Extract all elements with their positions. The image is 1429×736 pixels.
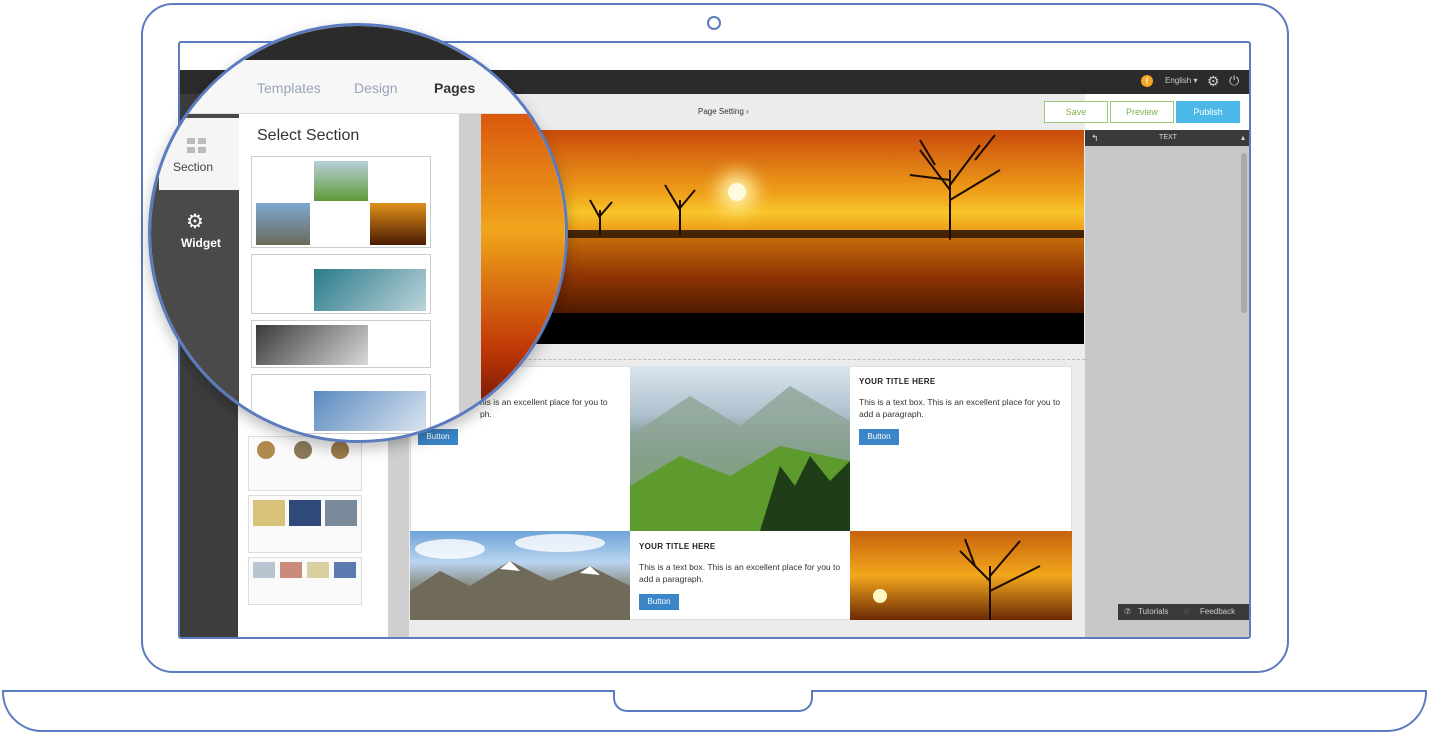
alps-image[interactable] — [410, 531, 630, 620]
feedback-link[interactable]: Feedback — [1200, 604, 1235, 620]
feedback-icon: ◌ — [1184, 607, 1189, 616]
sun-glow — [728, 183, 746, 201]
tab-pages[interactable]: Pages — [434, 80, 475, 96]
power-icon[interactable]: ⏻ — [1229, 73, 1239, 89]
sunset-tree-image[interactable] — [850, 531, 1072, 620]
warning-icon[interactable]: ! — [1141, 75, 1153, 87]
sidebar-item-widget[interactable]: Widget — [181, 236, 221, 250]
collapse-icon[interactable]: ▴ — [1241, 130, 1245, 146]
circle-panel-gutter — [459, 114, 481, 440]
camera-icon — [707, 16, 721, 30]
help-bar: ⑦ Tutorials ◌ Feedback — [1118, 604, 1249, 620]
panel-title: Select Section — [257, 127, 360, 144]
laptop-notch — [613, 690, 813, 712]
section-template-thumb[interactable] — [251, 254, 431, 314]
settings-gear-icon[interactable]: ⚙ — [1207, 73, 1220, 89]
preview-button[interactable]: Preview — [1110, 101, 1174, 123]
section-template-thumb[interactable] — [251, 320, 431, 368]
mountain-forest-image[interactable] — [630, 366, 850, 531]
thumb-image — [370, 203, 426, 245]
logo-icon — [195, 76, 211, 92]
section-template-thumb[interactable] — [248, 557, 362, 605]
page-setting-link[interactable]: Page Setting › — [698, 107, 749, 116]
block3-button[interactable]: Button — [639, 594, 679, 610]
section-template-thumb[interactable] — [251, 156, 431, 248]
tutorials-link[interactable]: Tutorials — [1138, 604, 1168, 620]
thumb-image — [256, 325, 368, 365]
grid-icon — [187, 138, 207, 154]
magnifier-callout: Templates Design Pages Section ⚙ Widget … — [148, 23, 568, 443]
block2-body[interactable]: This is a text box. This is an excellent… — [859, 396, 1064, 420]
section-template-thumb[interactable] — [248, 495, 362, 553]
thumb-image — [314, 269, 426, 311]
save-button[interactable]: Save — [1044, 101, 1108, 123]
hero-caption-strip — [480, 313, 1084, 344]
block3-body[interactable]: This is a text box. This is an excellent… — [639, 561, 844, 585]
hero-sunset-image[interactable] — [480, 130, 1084, 313]
language-dropdown[interactable]: English ▾ — [1165, 76, 1197, 85]
block3-title[interactable]: YOUR TITLE HERE — [639, 542, 716, 551]
tutorials-icon: ⑦ — [1124, 607, 1132, 616]
tab-design[interactable]: Design — [354, 80, 398, 96]
block1-body-line2[interactable]: ph. — [480, 408, 630, 420]
thumb-image — [256, 203, 310, 245]
gears-icon[interactable]: ⚙ — [186, 209, 204, 234]
properties-scrollbar[interactable] — [1241, 153, 1247, 313]
sidebar-item-section-label: Section — [173, 160, 214, 174]
circle-hero-image — [481, 114, 565, 404]
back-icon[interactable]: ↰ — [1091, 130, 1099, 146]
properties-panel-header: ↰ TEXT ▴ — [1085, 130, 1249, 146]
section-template-thumb[interactable] — [251, 374, 431, 434]
section-template-thumb[interactable] — [248, 436, 362, 491]
thumb-image — [314, 391, 426, 431]
block2-button[interactable]: Button — [859, 429, 899, 445]
properties-title: TEXT — [1159, 134, 1177, 141]
properties-panel — [1085, 130, 1249, 637]
tab-templates[interactable]: Templates — [257, 80, 321, 96]
publish-button[interactable]: Publish — [1176, 101, 1240, 123]
top-strip — [151, 26, 565, 60]
thumb-image — [314, 161, 368, 201]
block2-title[interactable]: YOUR TITLE HERE — [859, 377, 936, 386]
